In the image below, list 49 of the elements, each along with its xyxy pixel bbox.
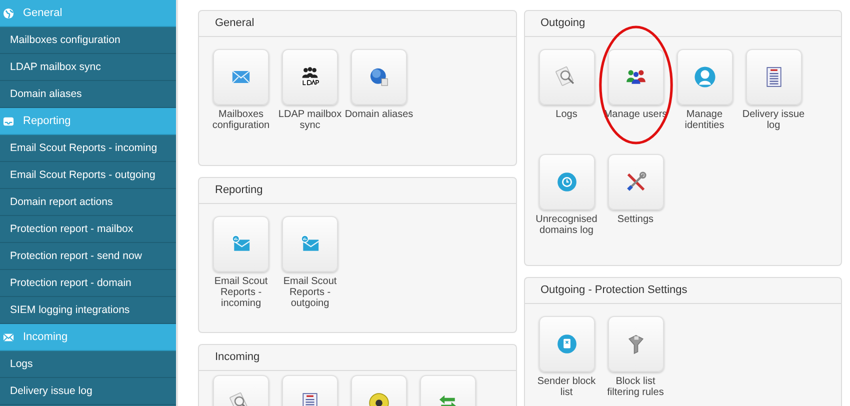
tile-label: Settings	[616, 214, 655, 225]
sidebar-item[interactable]: Delivery issue log	[0, 378, 176, 405]
sidebar-item[interactable]: Protection report - mailbox	[0, 216, 176, 243]
panel-title: General	[199, 11, 516, 37]
tile-button[interactable]	[608, 154, 664, 210]
tile-label: Block list filtering rules	[606, 376, 665, 398]
sidebar-item[interactable]: Protection report - send now	[0, 243, 176, 270]
tile-label: Sender block list	[536, 376, 597, 398]
tile-button[interactable]	[608, 49, 664, 105]
tile-button[interactable]	[351, 49, 407, 105]
inbox-icon	[3, 116, 14, 126]
tile-label: Email Scout Reports - outgoing	[282, 276, 338, 309]
tile-label: Domain aliases	[344, 109, 414, 120]
tile-button[interactable]	[608, 316, 664, 372]
tile-label: Delivery issue log	[741, 109, 806, 131]
section-label: General	[23, 7, 62, 19]
document-icon	[554, 332, 578, 356]
tile-button[interactable]	[538, 49, 594, 105]
tile-label: Email Scout Reports - incoming	[213, 276, 269, 309]
clock-icon	[554, 170, 578, 194]
panel-title: Outgoing	[524, 11, 841, 37]
section-label: Reporting	[23, 115, 71, 127]
tile-button[interactable]	[282, 49, 338, 105]
sidebar-item[interactable]: LDAP mailbox sync	[0, 54, 176, 81]
panel-title: Incoming	[199, 345, 516, 371]
section-label: Incoming	[23, 331, 68, 343]
tile-button[interactable]	[213, 49, 269, 105]
tile-button[interactable]	[538, 316, 594, 372]
sidebar-item[interactable]: Protection report - domain	[0, 270, 176, 297]
globe-icon	[3, 8, 14, 18]
panel-title: Outgoing - Protection Settings	[524, 278, 841, 304]
tile-button[interactable]	[538, 154, 594, 210]
envelope-icon	[3, 332, 14, 342]
sidebar-item[interactable]: Logs	[0, 351, 176, 378]
tile-label: Logs	[554, 109, 578, 120]
tile-label: Unrecognised domains log	[534, 214, 598, 236]
panel-title: Reporting	[199, 178, 516, 204]
tile-button[interactable]	[282, 216, 338, 272]
tile-label: LDAP mailbox sync	[277, 109, 343, 131]
sidebar-item[interactable]: Mailboxes configuration	[0, 27, 176, 54]
person-icon	[692, 65, 716, 89]
sidebar-item[interactable]: Email Scout Reports - outgoing	[0, 162, 176, 189]
tile-label: Mailboxes configuration	[211, 109, 271, 131]
sidebar-item[interactable]: Email Scout Reports - incoming	[0, 135, 176, 162]
tile-button[interactable]	[676, 49, 732, 105]
tile-button[interactable]	[213, 216, 269, 272]
sidebar-item[interactable]: Domain report actions	[0, 189, 176, 216]
tile-label: Manage identities	[684, 109, 726, 131]
tile-button[interactable]	[746, 49, 802, 105]
